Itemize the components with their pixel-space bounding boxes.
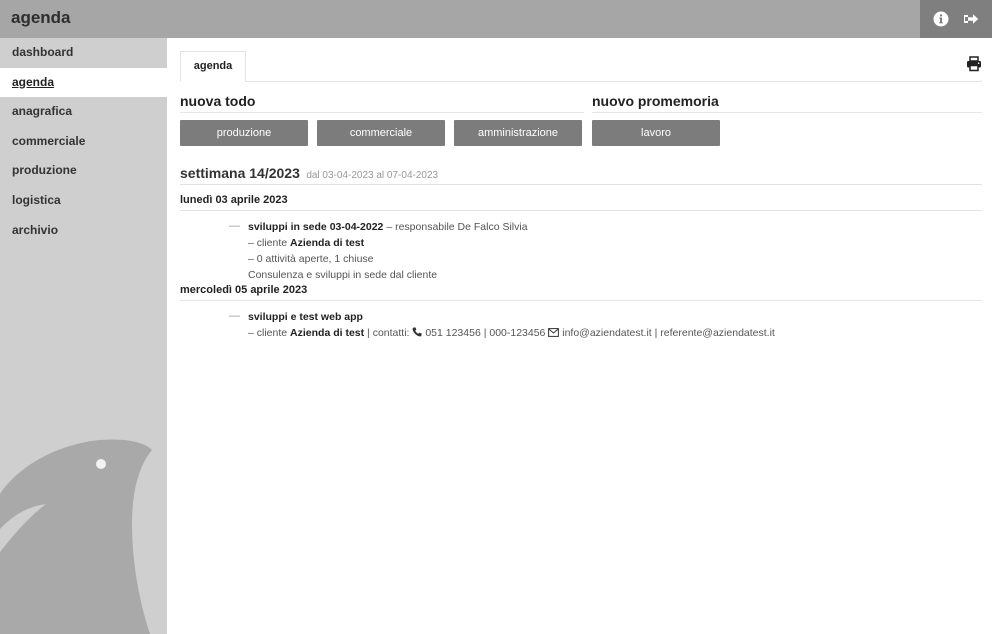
sidebar-item-commerciale[interactable]: commerciale: [0, 127, 167, 157]
new-reminder-title: nuovo promemoria: [592, 93, 982, 113]
event-client: Azienda di test: [290, 327, 365, 339]
contact-email-referente[interactable]: referente@aziendatest.it: [660, 327, 775, 339]
event-activities: – 0 attività aperte, 1 chiuse: [248, 253, 374, 265]
event-item[interactable]: sviluppi e test web app – cliente Aziend…: [248, 309, 775, 342]
contact-email-info[interactable]: info@aziendatest.it: [562, 327, 651, 339]
print-icon[interactable]: [966, 56, 984, 74]
bird-logo-icon: [0, 439, 152, 634]
app-title: agenda: [11, 8, 71, 27]
tab-agenda[interactable]: agenda: [180, 51, 246, 82]
contact-phones: 051 123456 | 000-123456: [425, 327, 546, 339]
event-bullet: —: [229, 220, 240, 232]
sidebar-item-anagrafica[interactable]: anagrafica: [0, 97, 167, 127]
week-header: settimana 14/2023 dal 03-04-2023 al 07-0…: [180, 165, 982, 185]
client-prefix: – cliente: [248, 237, 291, 249]
reminder-lavoro-button[interactable]: lavoro: [592, 120, 720, 146]
main-content: agenda nuova todo nuovo promemoria produ…: [167, 38, 992, 634]
info-circle-icon[interactable]: [930, 8, 952, 30]
event-title: sviluppi e test web app: [248, 311, 363, 323]
event-title-line: sviluppi in sede 03-04-2022 – responsabi…: [248, 219, 528, 235]
event-title-line: sviluppi e test web app: [248, 309, 775, 325]
day-header: mercoledì 05 aprile 2023: [180, 284, 982, 301]
todo-produzione-button[interactable]: produzione: [180, 120, 308, 146]
sidebar-item-produzione[interactable]: produzione: [0, 156, 167, 186]
week-title: settimana 14/2023: [180, 165, 300, 181]
tab-bar: agenda: [180, 51, 982, 82]
sidebar-item-archivio[interactable]: archivio: [0, 216, 167, 246]
top-bar: agenda: [0, 0, 992, 38]
new-todo-title: nuova todo: [180, 93, 584, 113]
phone-icon: [412, 326, 422, 342]
sidebar: dashboard agenda anagrafica commerciale …: [0, 38, 167, 634]
event-client-line: – cliente Azienda di test: [248, 235, 528, 251]
event-description: Consulenza e sviluppi in sede dal client…: [248, 269, 438, 281]
todo-commerciale-button[interactable]: commerciale: [317, 120, 445, 146]
day-header: lunedì 03 aprile 2023: [180, 194, 982, 211]
event-client-line: – cliente Azienda di test | contatti: 05…: [248, 325, 775, 342]
sidebar-item-dashboard[interactable]: dashboard: [0, 38, 167, 68]
sidebar-item-logistica[interactable]: logistica: [0, 186, 167, 216]
event-bullet: —: [229, 310, 240, 322]
sidebar-item-agenda[interactable]: agenda: [0, 67, 167, 98]
event-title: sviluppi in sede 03-04-2022: [248, 221, 384, 233]
sign-out-icon[interactable]: [960, 8, 982, 30]
event-responsible: – responsabile De Falco Silvia: [386, 221, 528, 233]
todo-amministrazione-button[interactable]: amministrazione: [454, 120, 582, 146]
event-client: Azienda di test: [290, 237, 365, 249]
week-range: dal 03-04-2023 al 07-04-2023: [306, 170, 439, 181]
topbar-actions: [920, 0, 992, 38]
envelope-icon: [548, 326, 560, 342]
client-prefix: – cliente: [248, 327, 291, 339]
event-item[interactable]: sviluppi in sede 03-04-2022 – responsabi…: [248, 219, 528, 283]
contacts-prefix: | contatti:: [364, 327, 413, 339]
contact-separator: |: [651, 327, 661, 339]
